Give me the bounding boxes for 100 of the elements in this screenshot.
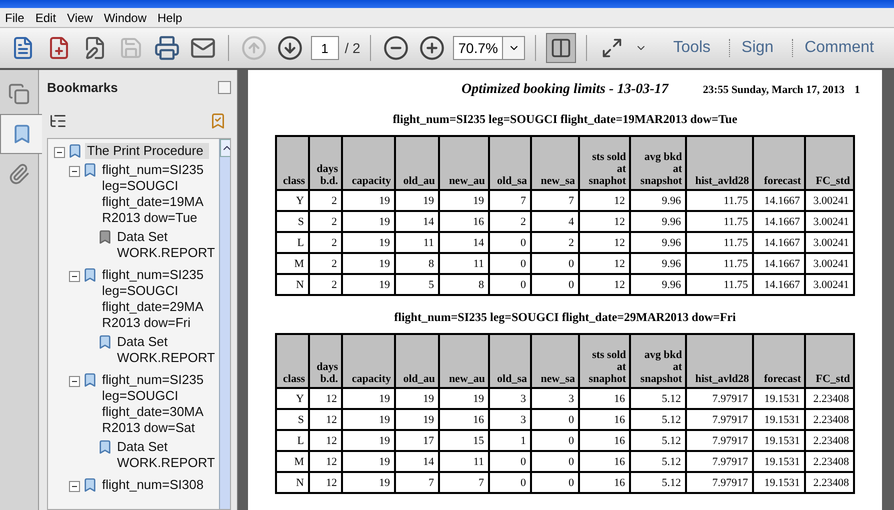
table-cell: 19 <box>395 409 439 430</box>
table-cell: 9.96 <box>630 190 686 211</box>
table-cell: 14.1667 <box>753 211 805 232</box>
table-cell: 2 <box>309 274 342 295</box>
table-cell: 11.75 <box>686 253 753 274</box>
menu-item[interactable]: Edit <box>34 10 62 24</box>
table-cell: 16 <box>579 409 630 430</box>
menu-item[interactable]: View <box>66 10 99 24</box>
column-header: capacity <box>342 334 395 388</box>
bookmark-icon <box>82 477 98 493</box>
table-cell: 14.1667 <box>753 253 805 274</box>
table-cell: 12 <box>309 451 342 472</box>
collapse-toggle[interactable] <box>69 376 80 387</box>
table-cell: 2 <box>309 190 342 211</box>
bookmark-item[interactable]: Data Set WORK.REPORT <box>115 334 219 366</box>
collapse-toggle[interactable] <box>69 481 80 492</box>
panel-tab[interactable] <box>0 114 42 154</box>
report-datetime: 23:55 Sunday, March 17, 2013 <box>702 84 844 96</box>
bookmark-item[interactable]: flight_num=SI235 leg=SOUGCI flight_date=30MAR2013 dow=Sat <box>100 372 210 436</box>
table-cell: 11 <box>439 253 489 274</box>
collapse-panel-button[interactable] <box>218 80 231 94</box>
page-field[interactable]: 1 <box>310 36 339 60</box>
table-cell: 8 <box>439 274 489 295</box>
toolbar-link[interactable]: Comment <box>792 39 886 57</box>
collapse-toggle[interactable] <box>54 147 65 158</box>
bookmark-item[interactable]: flight_num=SI308 <box>100 477 210 493</box>
scroll-up-button[interactable] <box>220 139 230 157</box>
bookmark-item[interactable]: flight_num=SI235 leg=SOUGCI flight_date=29MAR2013 dow=Fri <box>100 267 210 331</box>
report-title: Optimized booking limits - 13-03-17 <box>462 82 668 98</box>
table-cell: 12 <box>309 472 342 493</box>
table-cell: 12 <box>309 430 342 451</box>
column-header: FC_std <box>805 334 854 388</box>
toolbar-link[interactable]: Sign <box>728 39 786 57</box>
table-cell: 19 <box>439 190 489 211</box>
bookmark-item[interactable]: Data Set WORK.REPORT <box>115 439 219 471</box>
table-cell: 5 <box>395 274 439 295</box>
table-cell: 2 <box>531 232 579 253</box>
collapse-toggle[interactable] <box>69 271 80 282</box>
table-cell: 19 <box>342 451 395 472</box>
table-cell: 1 <box>489 430 531 451</box>
zoom-field[interactable]: 70.7% <box>453 36 504 60</box>
table-cell: 19.1531 <box>753 388 805 409</box>
table-cell: 3.00241 <box>805 190 854 211</box>
table-cell: 3 <box>489 409 531 430</box>
table-cell: M <box>276 253 309 274</box>
table-cell: 0 <box>531 472 579 493</box>
table-cell: 12 <box>309 388 342 409</box>
page-total: / 2 <box>344 40 360 56</box>
column-header: hist_avld28 <box>686 334 753 388</box>
table-cell: 5.12 <box>630 388 686 409</box>
table-cell: 16 <box>439 211 489 232</box>
table-cell: 9.96 <box>630 274 686 295</box>
table-cell: 7.97917 <box>686 388 753 409</box>
table-cell: 2 <box>489 211 531 232</box>
dropdown-button[interactable] <box>503 36 526 60</box>
options-icon[interactable] <box>49 112 67 130</box>
toolbar-link[interactable]: Tools <box>661 39 723 57</box>
table-cell: 12 <box>579 190 630 211</box>
fit-width-icon[interactable] <box>546 33 576 63</box>
table-cell: 16 <box>579 430 630 451</box>
table-cell: 12 <box>579 232 630 253</box>
bookmark-item[interactable]: Data Set WORK.REPORT <box>115 229 219 261</box>
collapse-toggle[interactable] <box>69 166 80 177</box>
menu-item[interactable]: File <box>4 10 30 24</box>
table-cell: 19 <box>342 409 395 430</box>
menu-item[interactable]: Window <box>102 10 153 24</box>
table-cell: 2.23408 <box>805 388 854 409</box>
column-header: capacity <box>342 136 395 190</box>
table-cell: 3 <box>531 388 579 409</box>
table-cell: 7 <box>489 190 531 211</box>
table-heading: flight_num=SI235 leg=SOUGCI flight_date=29MAR2013 dow=Fri <box>394 310 736 325</box>
table-cell: 0 <box>489 472 531 493</box>
table-cell: 16 <box>579 388 630 409</box>
column-header: class <box>276 136 309 190</box>
table-cell: 11 <box>395 232 439 253</box>
table-cell: N <box>276 472 309 493</box>
table-cell: 14 <box>439 232 489 253</box>
table-cell: 16 <box>579 472 630 493</box>
scrollbar[interactable] <box>219 139 230 509</box>
table-cell: 7 <box>531 190 579 211</box>
table-cell: N <box>276 274 309 295</box>
column-header: sts sold at snaphot <box>579 136 630 190</box>
table-cell: 0 <box>489 274 531 295</box>
table-cell: S <box>276 409 309 430</box>
table-cell: 7.97917 <box>686 472 753 493</box>
table-cell: 7.97917 <box>686 409 753 430</box>
table-cell: 0 <box>531 274 579 295</box>
menu-item[interactable]: Help <box>156 10 188 24</box>
column-header: new_au <box>439 334 489 388</box>
column-header: hist_avld28 <box>686 136 753 190</box>
column-header: old_au <box>395 136 439 190</box>
bookmark-icon <box>67 143 83 159</box>
bookmark-item[interactable]: The Print Procedure <box>85 143 209 159</box>
column-header: new_sa <box>531 136 579 190</box>
bookmark-icon <box>82 162 98 178</box>
table-cell: 5.12 <box>630 430 686 451</box>
table-cell: 19 <box>342 274 395 295</box>
page-number: 1 <box>854 84 860 96</box>
bookmark-item[interactable]: flight_num=SI235 leg=SOUGCI flight_date=19MAR2013 dow=Tue <box>100 162 210 226</box>
table-cell: 19.1531 <box>753 430 805 451</box>
